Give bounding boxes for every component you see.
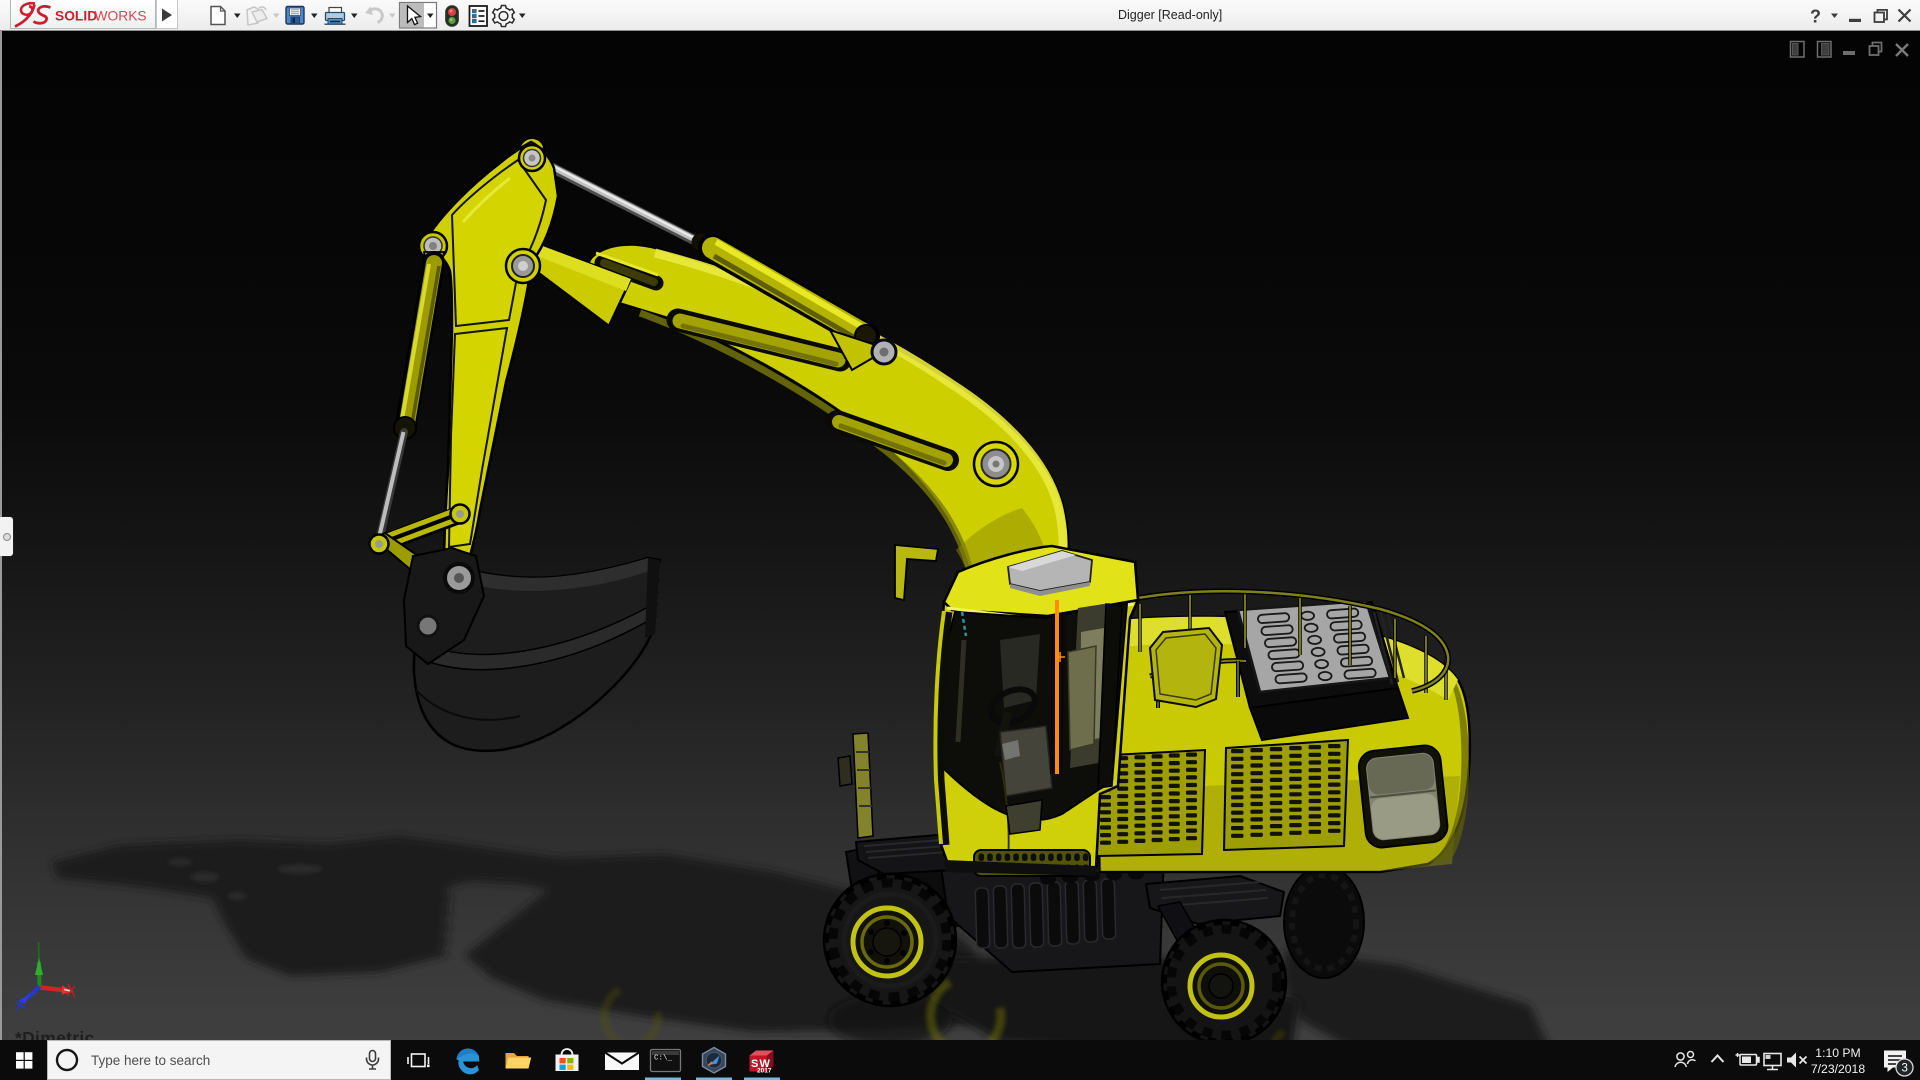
svg-text:WORKS: WORKS — [95, 9, 147, 24]
svg-text:SOLID: SOLID — [55, 9, 97, 24]
svg-text:7/23/2018: 7/23/2018 — [1811, 1062, 1865, 1076]
svg-text:3: 3 — [1902, 1063, 1908, 1075]
svg-text:C:\_: C:\_ — [654, 1055, 673, 1063]
svg-text:1:10 PM: 1:10 PM — [1815, 1046, 1860, 1060]
svg-text:2017: 2017 — [757, 1068, 772, 1075]
svg-text:?: ? — [1810, 7, 1821, 27]
